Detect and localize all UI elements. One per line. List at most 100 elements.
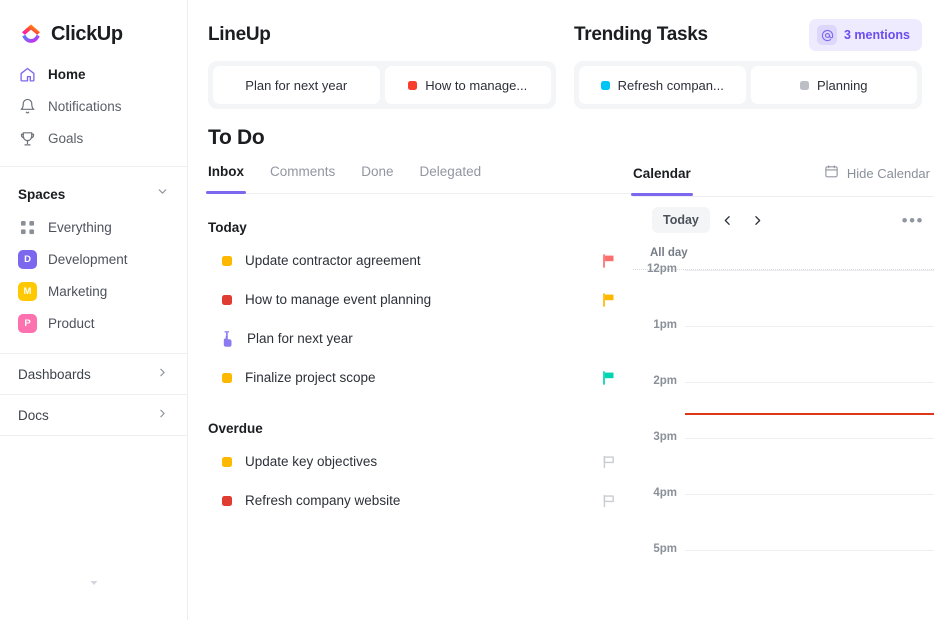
sidebar-item-home[interactable]: Home <box>0 58 187 90</box>
hour-label: 4pm <box>653 487 677 499</box>
task-name: Update key objectives <box>245 454 378 469</box>
sidebar-item-label: Home <box>48 66 86 82</box>
task-row[interactable]: Update key objectives <box>208 442 633 481</box>
sidebar-divider-1 <box>0 166 187 167</box>
todo-calendar-split: Inbox Comments Done Delegated Today Upda… <box>188 150 934 606</box>
hour-gridline <box>685 326 934 327</box>
tab-inbox[interactable]: Inbox <box>206 164 246 194</box>
trending-card-label: Planning <box>816 77 868 93</box>
hour-label: 3pm <box>653 431 677 443</box>
ellipsis-icon[interactable]: ••• <box>902 212 924 229</box>
space-label: Product <box>48 315 95 331</box>
sidebar-item-dashboards[interactable]: Dashboards <box>0 354 187 394</box>
lineup-card-label: How to manage... <box>425 77 528 93</box>
chevron-left-icon[interactable] <box>716 208 740 232</box>
sidebar-item-label: Notifications <box>48 98 122 114</box>
sidebar-item-product[interactable]: P Product <box>0 307 187 339</box>
task-row[interactable]: Refresh company website <box>208 481 633 520</box>
lineup-widget: LineUp Plan for next year How to manage.… <box>208 18 556 109</box>
hour-gridline <box>685 494 934 495</box>
tab-label: Delegated <box>419 164 482 179</box>
sidebar-divider-4 <box>0 435 187 436</box>
calendar-header: Calendar Hide Calendar <box>631 164 934 196</box>
calendar-hour-row: 4pm <box>633 487 934 550</box>
spaces-header[interactable]: Spaces <box>0 177 187 211</box>
mentions-badge[interactable]: 3 mentions <box>809 19 922 51</box>
status-dot <box>600 80 610 90</box>
tab-label: Inbox <box>208 164 244 179</box>
task-row[interactable]: Finalize project scope <box>208 358 633 397</box>
hide-calendar-button[interactable]: Hide Calendar <box>824 164 930 196</box>
main-content: LineUp Plan for next year How to manage.… <box>188 0 934 620</box>
lineup-card[interactable]: How to manage... <box>384 66 551 104</box>
home-icon <box>18 65 36 83</box>
trending-tasks-widget: Trending Tasks 3 mentions Refresh compan… <box>574 18 922 109</box>
calendar-hour-row: 2pm <box>633 375 934 438</box>
sidebar-item-goals[interactable]: Goals <box>0 122 187 154</box>
calendar-hour-row: 1pm <box>633 319 934 382</box>
lineup-tray: Plan for next year How to manage... <box>208 61 556 109</box>
flag-icon[interactable] <box>601 493 617 509</box>
task-group-today-label: Today <box>208 220 247 235</box>
flag-icon[interactable] <box>601 292 617 308</box>
flag-icon[interactable] <box>601 454 617 470</box>
grid-icon <box>18 218 37 237</box>
trending-tray: Refresh compan... Planning <box>574 61 922 109</box>
lineup-card-label: Plan for next year <box>245 77 348 93</box>
sidebar-collapse-button[interactable] <box>0 576 187 594</box>
space-avatar: D <box>18 249 37 269</box>
chevron-right-icon[interactable] <box>746 208 770 232</box>
sidebar-item-marketing[interactable]: M Marketing <box>0 275 187 307</box>
status-dot <box>799 80 809 90</box>
lineup-header: LineUp <box>208 18 556 52</box>
tab-delegated[interactable]: Delegated <box>420 164 482 193</box>
task-name: Finalize project scope <box>245 370 376 385</box>
sidebar-item-docs[interactable]: Docs <box>0 395 187 435</box>
today-button[interactable]: Today <box>652 207 710 233</box>
task-row[interactable]: Plan for next year <box>208 319 633 358</box>
task-row[interactable]: Update contractor agreement <box>208 241 633 280</box>
brand-logo[interactable]: ClickUp <box>0 0 187 52</box>
calendar-panel: Calendar Hide Calendar Today ••• All day… <box>631 150 934 606</box>
tab-calendar[interactable]: Calendar <box>631 165 693 196</box>
task-group-overdue-label: Overdue <box>208 421 263 436</box>
trending-card[interactable]: Planning <box>750 66 917 104</box>
tab-done[interactable]: Done <box>361 164 393 193</box>
tab-comments[interactable]: Comments <box>270 164 335 193</box>
trending-title: Trending Tasks <box>574 24 708 45</box>
tab-label: Calendar <box>633 165 691 181</box>
status-dot <box>222 456 232 467</box>
mentions-label: 3 mentions <box>844 28 910 42</box>
tab-label: Comments <box>270 164 336 179</box>
clickup-app-window: ClickUp Home Notifications Goals Spaces … <box>0 0 934 620</box>
tabs-underline <box>208 193 633 194</box>
sidebar-item-label: Goals <box>48 130 84 146</box>
chevron-down-icon[interactable] <box>156 185 169 203</box>
flag-icon[interactable] <box>601 253 617 269</box>
sidebar-item-notifications[interactable]: Notifications <box>0 90 187 122</box>
calendar-hour-row: 12pm <box>633 263 934 326</box>
hour-gridline <box>685 550 934 551</box>
space-label: Marketing <box>48 283 108 299</box>
task-row[interactable]: How to manage event planning <box>208 280 633 319</box>
hour-label: 2pm <box>653 375 677 387</box>
todo-tabs: Inbox Comments Done Delegated <box>206 164 633 194</box>
chevron-right-icon <box>156 366 169 382</box>
task-name: Plan for next year <box>247 331 353 346</box>
hour-gridline <box>685 382 934 383</box>
calendar-time-grid[interactable]: 12pm 1pm 2pm 3pm 4pm 5pm <box>633 263 934 606</box>
status-dot <box>222 495 232 506</box>
hour-gridline <box>685 270 934 271</box>
lineup-card[interactable]: Plan for next year <box>213 66 380 104</box>
cursor-hand-icon <box>220 330 234 347</box>
trending-card[interactable]: Refresh compan... <box>579 66 746 104</box>
top-widgets: LineUp Plan for next year How to manage.… <box>188 0 934 109</box>
calendar-toolbar: Today ••• <box>633 197 934 243</box>
flag-icon[interactable] <box>601 370 617 386</box>
sidebar-item-development[interactable]: D Development <box>0 243 187 275</box>
space-label: Development <box>48 251 128 267</box>
sidebar-item-everything[interactable]: Everything <box>0 211 187 243</box>
trending-card-label: Refresh compan... <box>617 77 724 93</box>
clickup-logo-icon <box>18 21 44 47</box>
calendar-hour-row: 3pm <box>633 431 934 494</box>
